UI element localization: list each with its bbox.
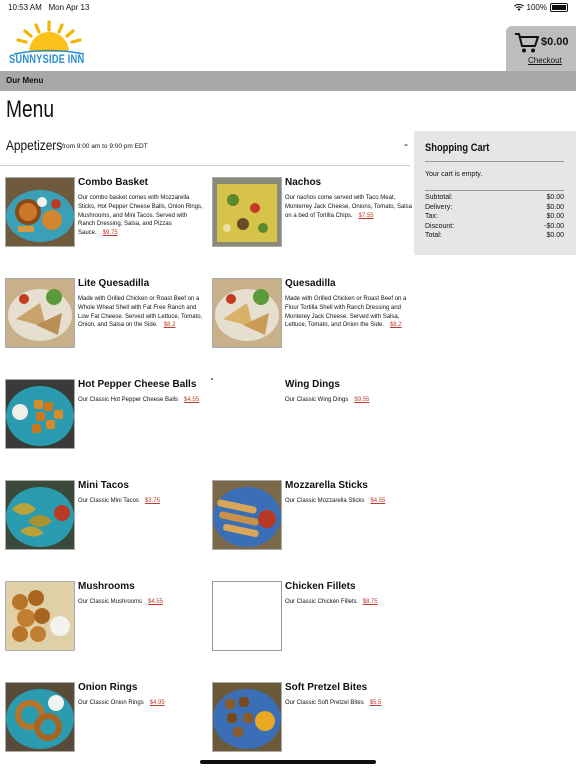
item-price[interactable]: $4.55 — [148, 599, 163, 605]
cart-total: $0.00 — [541, 36, 569, 48]
item-price[interactable]: $4.95 — [150, 700, 165, 706]
item-price[interactable]: $9.55 — [354, 397, 369, 403]
checkout-link[interactable]: Checkout — [528, 56, 562, 65]
collapse-toggle[interactable]: - — [404, 137, 408, 151]
delivery-row: Delivery: $0.00 — [425, 203, 564, 211]
item-name[interactable]: Onion Rings — [78, 682, 137, 693]
battery-percent: 100% — [526, 3, 547, 12]
cart-totals: Subtotal: $0.00 Delivery: $0.00 Tax: $0.00 … — [425, 194, 564, 242]
item-name[interactable]: Wing Dings — [285, 379, 340, 390]
cart-icon[interactable] — [514, 32, 540, 54]
item-price[interactable]: $3.75 — [145, 498, 160, 504]
item-price[interactable]: $9.75 — [103, 230, 118, 236]
mini-tacos-image[interactable] — [5, 480, 75, 550]
status-time: 10:53 AM Mon Apr 13 — [8, 3, 90, 12]
menu-item-wing-dings[interactable]: Wing Dings Our Classic Wing Dings $9.55 — [212, 379, 412, 459]
menu-item-mozzarella-sticks[interactable]: Mozzarella Sticks Our Classic Mozzarella… — [212, 480, 412, 560]
item-description: Our Classic Mozzarella Sticks $4.55 — [285, 498, 386, 504]
item-price[interactable]: $8.75 — [363, 599, 378, 605]
menu-item-onion-rings[interactable]: Onion Rings Our Classic Onion Rings $4.95 — [5, 682, 205, 762]
item-name[interactable]: Combo Basket — [78, 177, 148, 188]
section-title: Appetizers — [6, 137, 63, 153]
wifi-icon — [513, 4, 524, 11]
home-indicator[interactable] — [200, 760, 376, 764]
quesadilla-image[interactable] — [212, 278, 282, 348]
item-price[interactable]: $4.55 — [370, 498, 385, 504]
cart-empty-message: Your cart is empty. — [425, 171, 483, 178]
item-name[interactable]: Mini Tacos — [78, 480, 129, 491]
item-price[interactable]: $8.2 — [164, 322, 176, 328]
item-price[interactable]: $5.5 — [370, 700, 382, 706]
item-description: Our combo basket comes with Mozzarella S… — [78, 195, 203, 237]
menu-item-quesadilla[interactable]: Quesadilla Made with Grilled Chicken or … — [212, 278, 412, 358]
header: SUNNYSIDE INN $0.00 Checkout — [0, 14, 576, 82]
nachos-image[interactable] — [212, 177, 282, 247]
item-name[interactable]: Chicken Fillets — [285, 581, 356, 592]
total-row: Total: $0.00 — [425, 232, 564, 239]
section-divider — [0, 165, 410, 166]
status-bar: 10:53 AM Mon Apr 13 100% — [0, 0, 576, 14]
pretzel-bites-image[interactable] — [212, 682, 282, 752]
item-description: Made with Grilled Chicken or Roast Beef … — [285, 296, 407, 329]
brand-name[interactable]: SUNNYSIDE INN — [9, 52, 84, 66]
item-name[interactable]: Nachos — [285, 177, 321, 188]
menu-item-mushrooms[interactable]: Mushrooms Our Classic Mushrooms $4.55 — [5, 581, 205, 661]
lite-quesadilla-image[interactable] — [5, 278, 75, 348]
item-description: Our nachos come served with Taco Meat, M… — [285, 195, 412, 219]
item-price[interactable]: $8.2 — [390, 322, 402, 328]
item-description: Our Classic Mushrooms $4.55 — [78, 599, 164, 605]
subtotal-row: Subtotal: $0.00 — [425, 194, 564, 201]
cart-divider — [425, 161, 564, 162]
item-description: Our Classic Soft Pretzel Bites $5.5 — [285, 700, 382, 706]
menu-item-nachos[interactable]: Nachos Our nachos come served with Taco … — [212, 177, 412, 257]
item-name[interactable]: Hot Pepper Cheese Balls — [78, 379, 196, 390]
menu-item-lite-quesadilla[interactable]: Lite Quesadilla Made with Grilled Chicke… — [5, 278, 205, 358]
item-description: Our Classic Wing Dings $9.55 — [285, 397, 370, 403]
cheese-balls-image[interactable] — [5, 379, 75, 449]
item-name[interactable]: Soft Pretzel Bites — [285, 682, 367, 693]
nav-our-menu[interactable]: Our Menu — [6, 76, 43, 85]
section-header[interactable]: Appetizers from 9:00 am to 9:00 pm EDT - — [6, 137, 410, 157]
cart-divider — [425, 190, 564, 191]
mozzarella-sticks-image[interactable] — [212, 480, 282, 550]
tax-row: Tax: $0.00 — [425, 213, 564, 220]
menu-item-hot-pepper-cheese-balls[interactable]: Hot Pepper Cheese Balls Our Classic Hot … — [5, 379, 205, 459]
page-title: Menu — [6, 96, 55, 123]
menu-item-soft-pretzel-bites[interactable]: Soft Pretzel Bites Our Classic Soft Pret… — [212, 682, 412, 762]
shopping-cart-panel: Shopping Cart Your cart is empty. Subtot… — [414, 131, 576, 255]
item-price[interactable]: $4.55 — [184, 397, 199, 403]
nav-bar: Our Menu — [0, 71, 576, 91]
battery-icon — [550, 3, 568, 12]
cart-panel-title: Shopping Cart — [425, 142, 490, 154]
item-price[interactable]: $7.55 — [359, 213, 374, 219]
item-description: Our Classic Chicken Fillets $8.75 — [285, 599, 378, 605]
item-description: Our Classic Mini Tacos $3.75 — [78, 498, 160, 504]
discount-row: Discount: -$0.00 — [425, 222, 564, 230]
mushrooms-image[interactable] — [5, 581, 75, 651]
item-description: Our Classic Hot Pepper Cheese Balls $4.55 — [78, 397, 200, 403]
menu-item-mini-tacos[interactable]: Mini Tacos Our Classic Mini Tacos $3.75 — [5, 480, 205, 560]
status-right: 100% — [513, 3, 568, 12]
combo-basket-image[interactable] — [5, 177, 75, 247]
item-name[interactable]: Lite Quesadilla — [78, 278, 149, 289]
section-hours: from 9:00 am to 9:00 pm EDT — [62, 143, 148, 150]
item-description: Made with Grilled Chicken or Roast Beef … — [78, 296, 203, 329]
item-name[interactable]: Mozzarella Sticks — [285, 480, 368, 491]
item-description: Our Classic Onion Rings $4.95 — [78, 700, 165, 706]
item-name[interactable]: Mushrooms — [78, 581, 135, 592]
menu-item-chicken-fillets[interactable]: Chicken Fillets Our Classic Chicken Fill… — [212, 581, 412, 661]
onion-rings-image[interactable] — [5, 682, 75, 752]
chicken-fillets-image-placeholder[interactable] — [212, 581, 282, 651]
item-name[interactable]: Quesadilla — [285, 278, 336, 289]
menu-item-combo-basket[interactable]: Combo Basket Our combo basket comes with… — [5, 177, 205, 257]
